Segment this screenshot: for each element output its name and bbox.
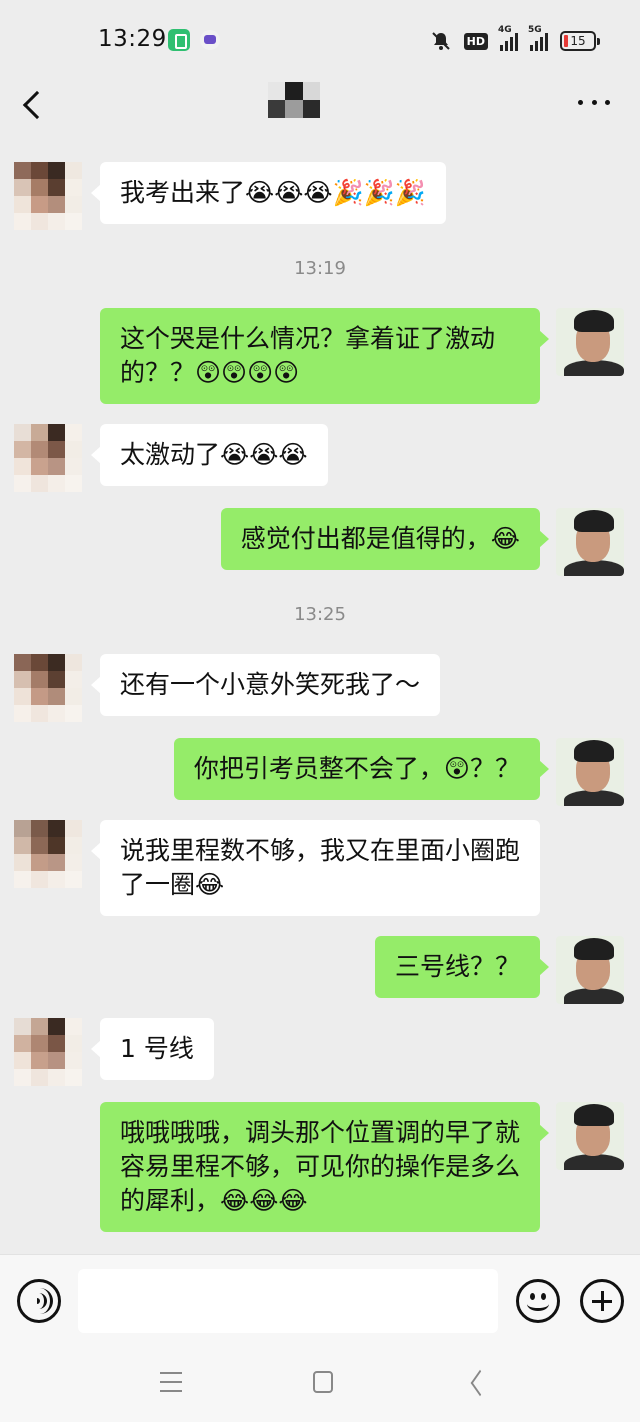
signal-icon: 4G	[498, 25, 518, 51]
message-timestamp: 13:25	[294, 604, 346, 625]
app-green-icon	[168, 29, 190, 51]
status-bar: 13:29 HD 4G 5G 15	[0, 0, 640, 80]
back-button[interactable]	[18, 84, 48, 124]
message-bubble-outgoing[interactable]: 哦哦哦哦，调头那个位置调的早了就容易里程不够，可见你的操作是多么的犀利，😂😂😂	[100, 1102, 549, 1232]
message-bubble-incoming[interactable]: 我考出来了😭😭😭🎉🎉🎉	[90, 162, 447, 224]
contact-name-pixelated	[268, 82, 320, 118]
message-bubble-outgoing[interactable]: 三号线？？	[374, 936, 550, 998]
status-time: 13:29	[98, 26, 167, 52]
voice-button[interactable]	[17, 1279, 61, 1323]
contact-avatar[interactable]	[14, 1018, 82, 1086]
hd-badge: HD	[463, 32, 488, 50]
message-timestamp: 13:19	[294, 258, 346, 279]
network-5g-label: 5G	[528, 25, 542, 35]
recent-apps-button[interactable]	[160, 1372, 182, 1392]
my-avatar[interactable]	[556, 1102, 624, 1170]
message-bubble-outgoing[interactable]: 这个哭是什么情况？拿着证了激动的？？😲😲😲😲	[100, 308, 549, 404]
contact-avatar[interactable]	[14, 162, 82, 230]
system-nav-bar	[0, 1344, 640, 1422]
message-bubble-incoming[interactable]: 太激动了😭😭😭	[91, 424, 328, 486]
mute-bell-icon	[431, 32, 450, 50]
emoji-button[interactable]	[516, 1279, 560, 1323]
contact-avatar[interactable]	[14, 424, 82, 492]
contact-avatar[interactable]	[14, 820, 82, 888]
message-bubble-incoming[interactable]: 1 号线	[91, 1018, 214, 1080]
contact-avatar[interactable]	[14, 654, 82, 722]
network-4g-label: 4G	[498, 25, 512, 35]
home-button[interactable]	[313, 1371, 333, 1393]
my-avatar[interactable]	[556, 508, 624, 576]
battery-level: 15	[570, 34, 586, 48]
app-purple-icon	[200, 30, 220, 50]
message-bubble-outgoing[interactable]: 感觉付出都是值得的，😂	[220, 508, 550, 570]
my-avatar[interactable]	[556, 936, 624, 1004]
input-bar	[0, 1254, 640, 1344]
more-dots-icon	[578, 99, 583, 105]
message-bubble-incoming[interactable]: 还有一个小意外笑死我了～	[90, 654, 441, 716]
battery-icon: 15	[560, 31, 600, 51]
message-bubble-incoming[interactable]: 说我里程数不够，我又在里面小圈跑了一圈😂	[91, 820, 540, 916]
plus-button[interactable]	[580, 1279, 624, 1323]
message-bubble-outgoing[interactable]: 你把引考员整不会了，😲？？	[173, 738, 550, 800]
signal-icon-2: 5G	[528, 25, 548, 51]
system-back-button[interactable]	[468, 1372, 488, 1392]
message-input[interactable]	[78, 1269, 498, 1333]
my-avatar[interactable]	[556, 738, 624, 806]
my-avatar[interactable]	[556, 308, 624, 376]
chat-header	[0, 80, 640, 142]
more-button[interactable]	[578, 92, 610, 112]
message-list[interactable]: 我考出来了😭😭😭🎉🎉🎉 13:19 这个哭是什么情况？拿着证了激动的？？😲😲😲😲…	[0, 142, 640, 1254]
